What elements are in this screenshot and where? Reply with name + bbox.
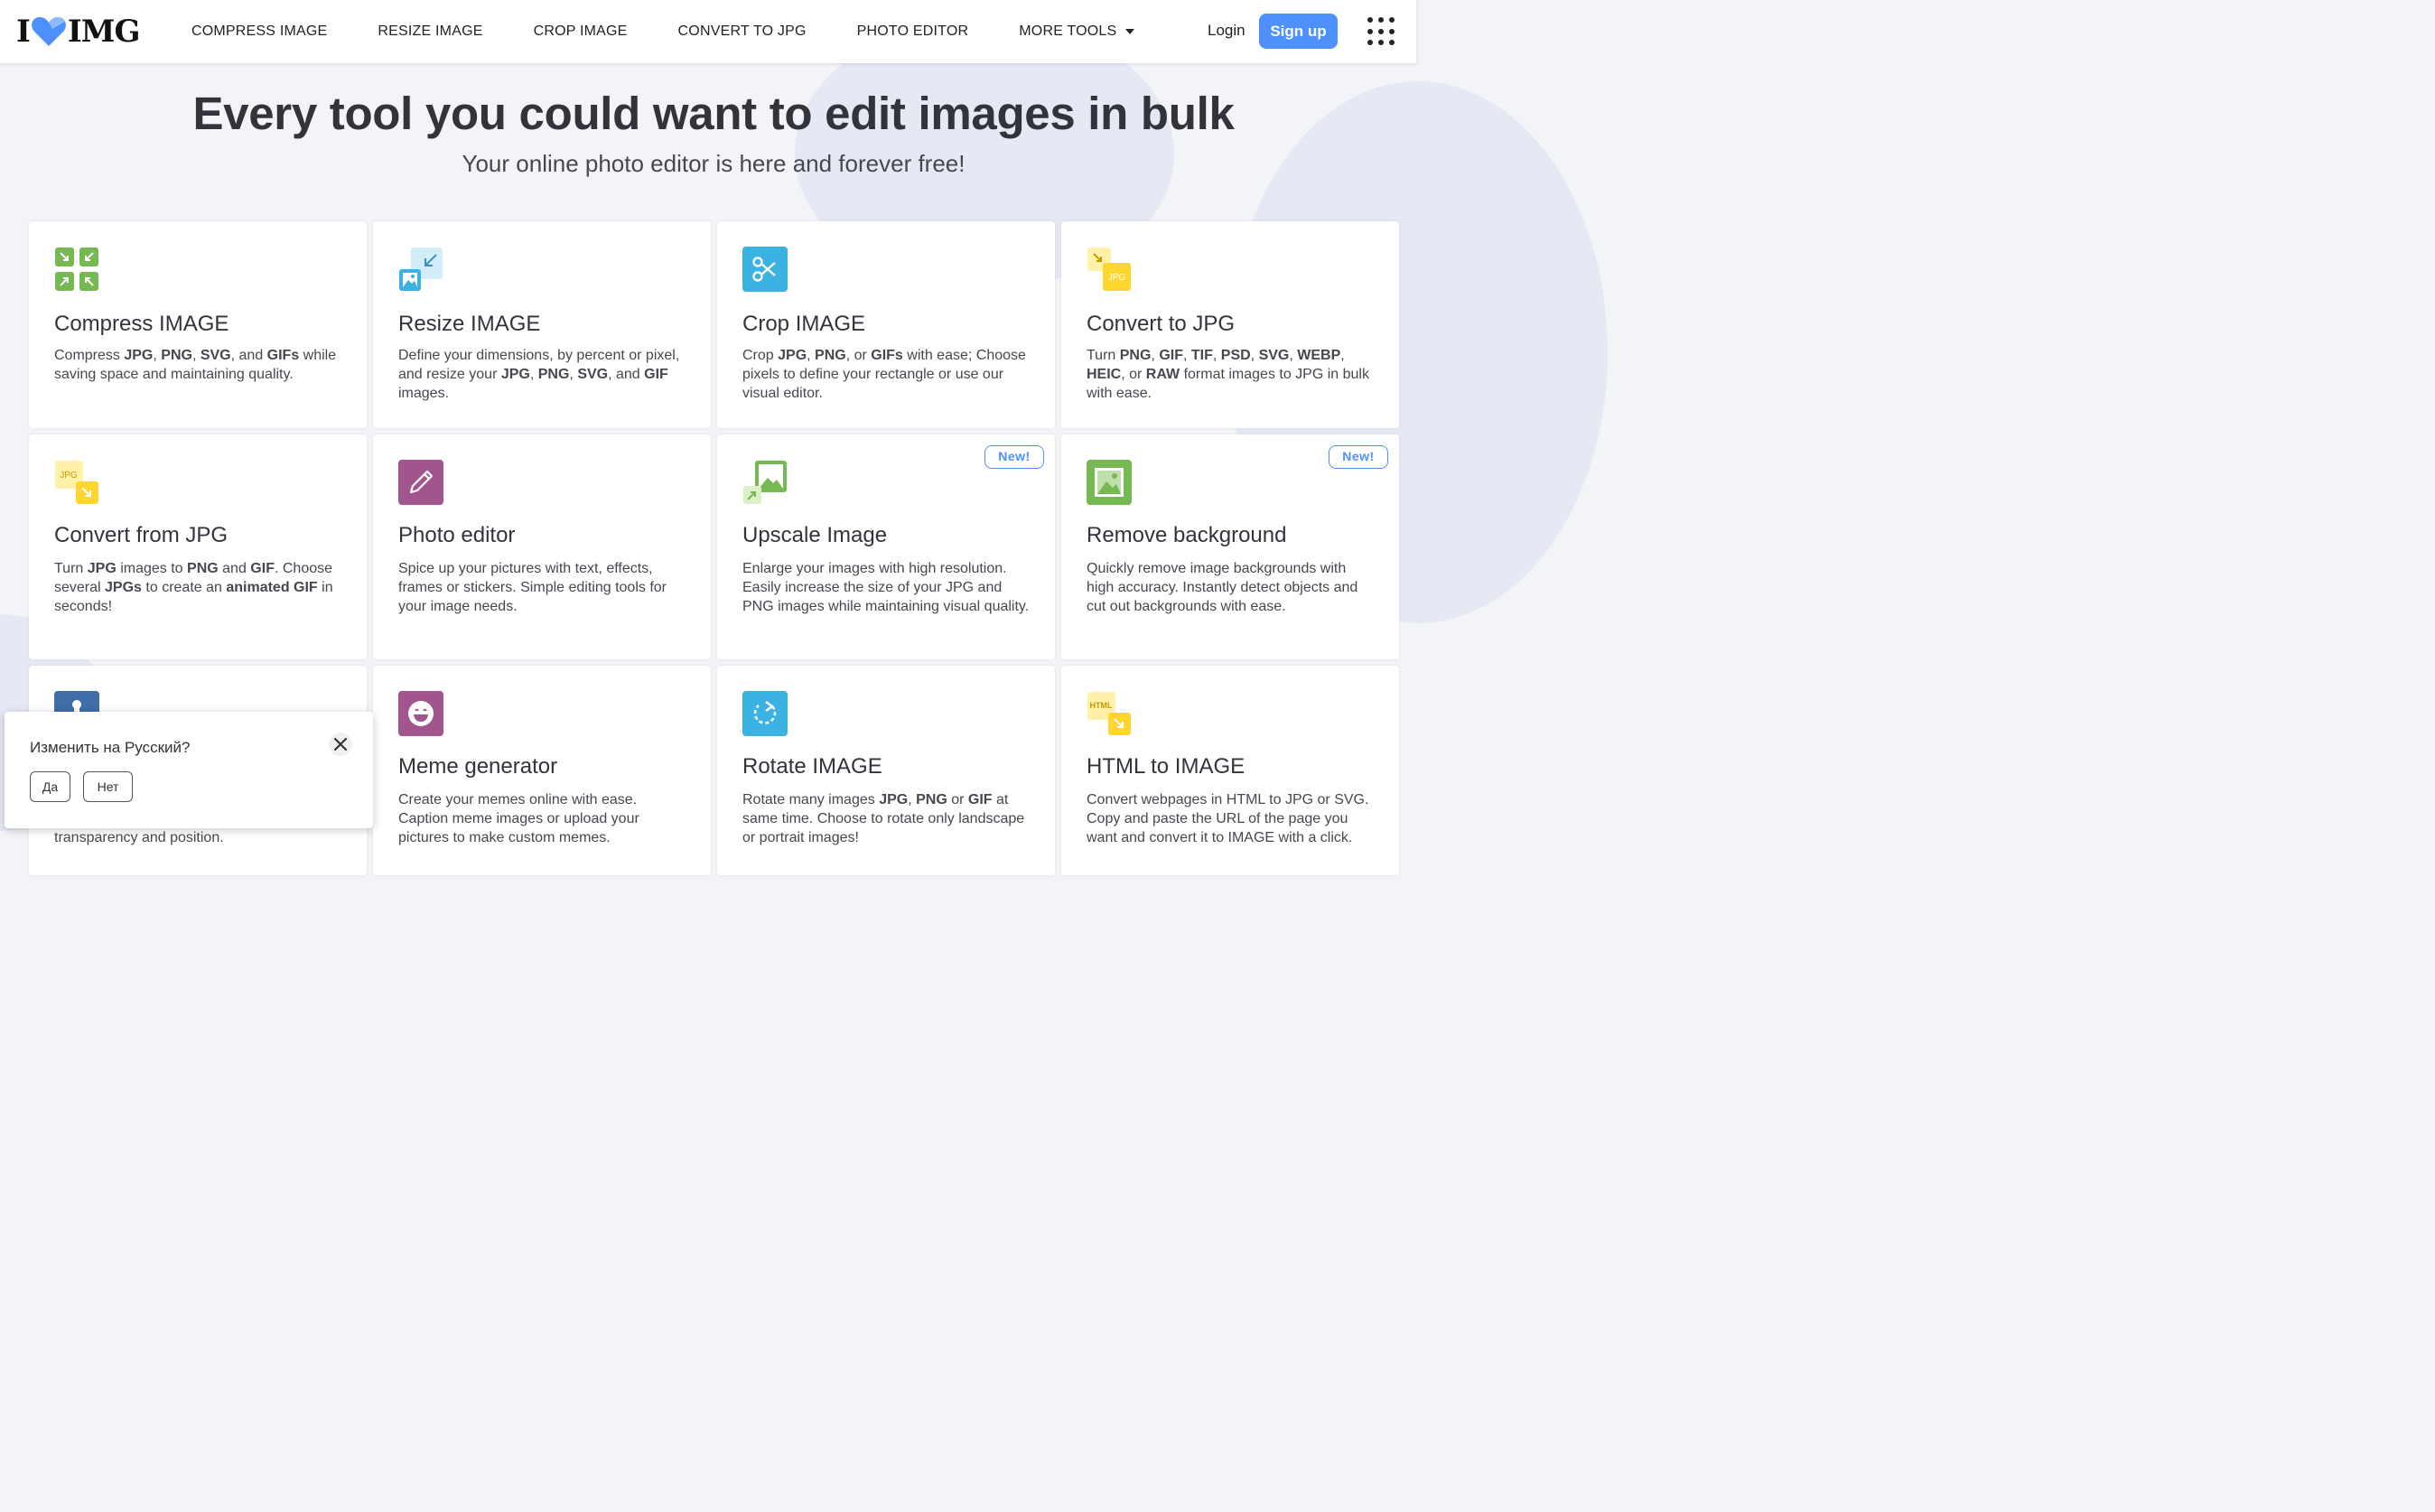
tool-title: Rotate IMAGE bbox=[742, 754, 882, 779]
tool-description: Define your dimensions, by percent or pi… bbox=[398, 348, 680, 401]
tool-card-html-to-image[interactable]: HTML HTML to IMAGE Convert webpages in HT… bbox=[1061, 666, 1399, 875]
logo[interactable]: I IMG bbox=[16, 14, 141, 50]
html-to-image-icon: HTML bbox=[1087, 691, 1132, 736]
top-navbar: I IMG COMPRESS IMAGE RESIZE IMAGE CROP I… bbox=[0, 0, 1416, 63]
tool-title: Meme generator bbox=[398, 754, 558, 779]
tool-card-photo-editor[interactable]: Photo editor Spice up your pictures with … bbox=[373, 434, 711, 659]
tool-title: Remove background bbox=[1087, 523, 1287, 547]
nav-compress-image[interactable]: COMPRESS IMAGE bbox=[191, 23, 327, 40]
tool-description: Turn JPG images to PNG and GIF. Choose s… bbox=[54, 561, 333, 614]
signup-button[interactable]: Sign up bbox=[1259, 14, 1338, 49]
tool-card-resize-image[interactable]: Resize IMAGE Define your dimensions, by p… bbox=[373, 221, 711, 428]
no-button[interactable]: Нет bbox=[83, 771, 133, 802]
tool-card-remove-background[interactable]: New! Remove background Quickly remove imag… bbox=[1061, 434, 1399, 659]
yes-button[interactable]: Да bbox=[30, 771, 70, 802]
tool-title: Upscale Image bbox=[742, 523, 888, 547]
close-icon[interactable] bbox=[329, 733, 352, 756]
tool-card-crop-image[interactable]: Crop IMAGE Crop JPG, PNG, or GIFs with ea… bbox=[717, 221, 1055, 428]
logo-text: IMG bbox=[67, 14, 141, 50]
apps-grid-icon[interactable] bbox=[1367, 17, 1396, 46]
tool-card-meme-generator[interactable]: Meme generator Create your memes online w… bbox=[373, 666, 711, 875]
svg-text:JPG: JPG bbox=[1108, 273, 1126, 283]
convert-to-jpg-icon: JPG bbox=[1087, 247, 1132, 292]
tool-description: Spice up your pictures with text, effect… bbox=[398, 561, 667, 614]
tool-description: Turn PNG, GIF, TIF, PSD, SVG, WEBP, HEIC… bbox=[1087, 348, 1369, 401]
nav-photo-editor[interactable]: PHOTO EDITOR bbox=[857, 23, 969, 40]
new-badge: New! bbox=[984, 445, 1044, 469]
language-popup: Изменить на Русский? Да Нет bbox=[5, 712, 373, 828]
heart-icon bbox=[32, 17, 66, 46]
page-subtitle: Your online photo editor is here and for… bbox=[462, 150, 966, 177]
caret-down-icon bbox=[1125, 29, 1135, 34]
tool-title: HTML to IMAGE bbox=[1087, 754, 1245, 779]
nav-resize-image[interactable]: RESIZE IMAGE bbox=[378, 23, 482, 40]
main-nav: COMPRESS IMAGE RESIZE IMAGE CROP IMAGE C… bbox=[191, 0, 1185, 63]
tool-card-compress-image[interactable]: Compress IMAGE Compress JPG, PNG, SVG, an… bbox=[29, 221, 367, 428]
tool-title: Photo editor bbox=[398, 523, 516, 547]
tool-description: Enlarge your images with high resolution… bbox=[742, 561, 1030, 614]
tool-description: Quickly remove image backgrounds with hi… bbox=[1087, 561, 1358, 614]
remove-background-icon bbox=[1087, 460, 1132, 505]
new-badge: New! bbox=[1329, 445, 1388, 469]
tool-card-upscale-image[interactable]: New! Upscale Image Enlarge your images wit… bbox=[717, 434, 1055, 659]
resize-icon bbox=[398, 247, 443, 292]
tool-description: Rotate many images JPG, PNG or GIF at sa… bbox=[742, 792, 1025, 845]
meme-icon bbox=[398, 691, 443, 736]
nav-more-tools[interactable]: MORE TOOLS bbox=[1019, 23, 1135, 40]
tool-card-convert-from-jpg[interactable]: JPG Convert from JPG Turn JPG images to P… bbox=[29, 434, 367, 659]
tool-description: Convert webpages in HTML to JPG or SVG. … bbox=[1087, 792, 1369, 845]
tool-card-convert-to-jpg[interactable]: JPG Convert to JPG Turn PNG, GIF, TIF, PSD… bbox=[1061, 221, 1399, 428]
svg-text:HTML: HTML bbox=[1090, 701, 1113, 710]
svg-text:JPG: JPG bbox=[60, 471, 78, 481]
upscale-icon bbox=[742, 460, 788, 505]
nav-more-tools-label: MORE TOOLS bbox=[1019, 23, 1117, 39]
logo-letter: I bbox=[16, 14, 31, 50]
tool-description: Crop JPG, PNG, or GIFs with ease; Choose… bbox=[742, 348, 1026, 401]
tool-title: Resize IMAGE bbox=[398, 312, 541, 336]
compress-icon bbox=[54, 247, 99, 292]
tool-title: Crop IMAGE bbox=[742, 312, 866, 336]
rotate-icon bbox=[742, 691, 788, 736]
tool-title: Compress IMAGE bbox=[54, 312, 229, 336]
tool-description: Create your memes online with ease. Capt… bbox=[398, 792, 639, 845]
tool-card-rotate-image[interactable]: Rotate IMAGE Rotate many images JPG, PNG … bbox=[717, 666, 1055, 875]
login-link[interactable]: Login bbox=[1208, 22, 1245, 40]
nav-convert-to-jpg[interactable]: CONVERT TO JPG bbox=[678, 23, 807, 40]
language-question: Изменить на Русский? bbox=[30, 739, 191, 756]
convert-from-jpg-icon: JPG bbox=[54, 460, 99, 505]
tool-title: Convert to JPG bbox=[1087, 312, 1236, 336]
tool-description: Compress JPG, PNG, SVG, and GIFs while s… bbox=[54, 348, 337, 382]
pencil-icon bbox=[398, 460, 443, 505]
scissors-icon bbox=[742, 247, 788, 292]
nav-crop-image[interactable]: CROP IMAGE bbox=[534, 23, 628, 40]
page-title: Every tool you could want to edit images… bbox=[192, 88, 1235, 139]
tool-title: Convert from JPG bbox=[54, 523, 229, 547]
